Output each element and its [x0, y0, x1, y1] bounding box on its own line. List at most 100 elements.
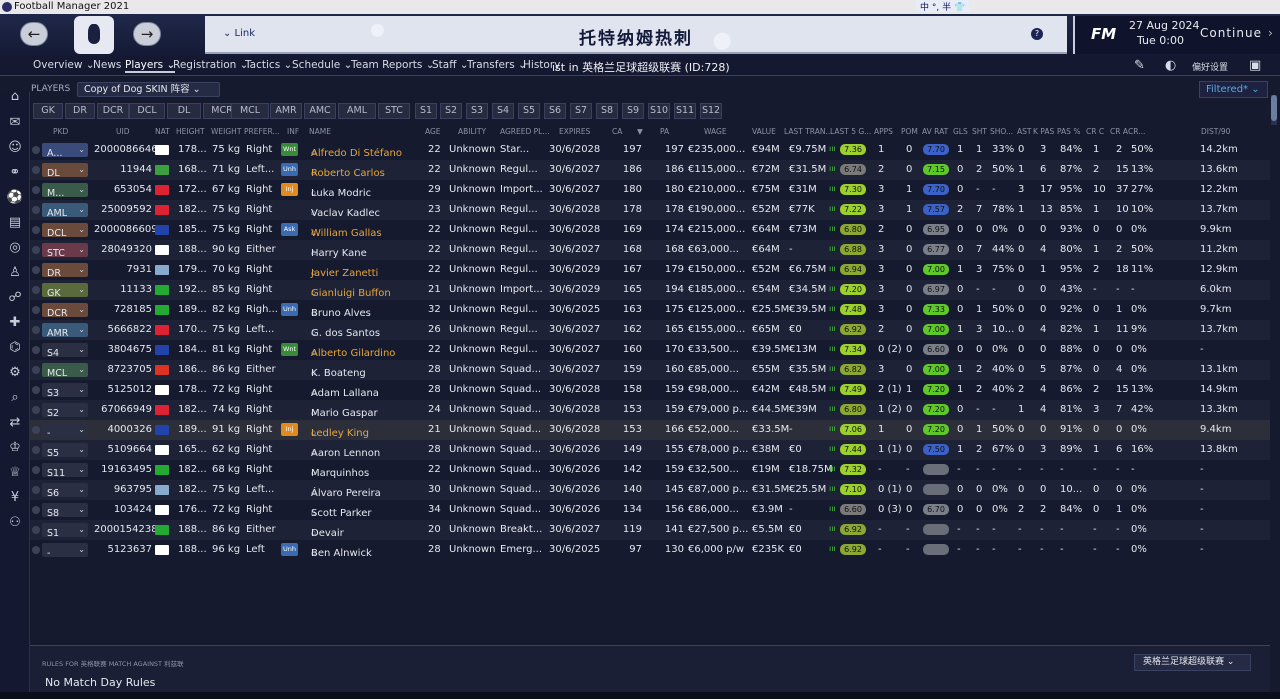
nationality-flag-icon[interactable]: [155, 445, 169, 455]
fm-logo[interactable]: FM: [1091, 25, 1116, 43]
sidebar-search-icon[interactable]: ⌕: [6, 389, 24, 407]
sidebar-inbox-icon[interactable]: ✉: [6, 114, 24, 132]
col-header[interactable]: LAST 5 G...: [830, 127, 871, 136]
col-header[interactable]: AST: [1017, 127, 1031, 136]
col-header[interactable]: PA: [660, 127, 669, 136]
nationality-flag-icon[interactable]: [155, 265, 169, 275]
col-header[interactable]: GLS: [953, 127, 968, 136]
table-row[interactable]: S11 ⌄ 19163495 182... 68 kg Right 22 Unknown Squ…: [30, 460, 1270, 480]
table-row[interactable]: MCL ⌄ 8723705 186... 86 kg Either 28 Unknown Squ…: [30, 360, 1270, 380]
sidebar-data-hub-icon[interactable]: ▤: [6, 214, 24, 232]
col-header[interactable]: PAS %: [1057, 127, 1080, 136]
sidebar-finances-icon[interactable]: ¥: [6, 489, 24, 507]
col-header[interactable]: K PAS: [1033, 127, 1054, 136]
table-row[interactable]: S2 ⌄ 67066949 182... 74 kg Right 24 Unknown Squa…: [30, 400, 1270, 420]
position-filter-dcl[interactable]: DCL: [129, 103, 165, 119]
col-header[interactable]: SHO...: [990, 127, 1013, 136]
help-icon[interactable]: ?: [1031, 28, 1043, 40]
col-header[interactable]: DIST/90: [1201, 127, 1230, 136]
table-row[interactable]: DR ⌄ 7931 179... 70 kg Right 22 Unknown Regul...…: [30, 260, 1270, 280]
status-badge[interactable]: Unh: [281, 543, 298, 556]
back-button[interactable]: ←: [20, 22, 48, 46]
table-row[interactable]: S4 ⌄ 3804675 184... 81 kg Right 22 Unknown Regul…: [30, 340, 1270, 360]
picked-position-dropdown[interactable]: S4 ⌄: [42, 343, 88, 359]
row-select-dot[interactable]: [32, 466, 40, 474]
menu-tactics[interactable]: Tactics ⌄: [245, 59, 292, 71]
row-select-dot[interactable]: [32, 306, 40, 314]
sidebar-staff-icon[interactable]: ♙: [6, 264, 24, 282]
status-badge[interactable]: Unh: [281, 163, 298, 176]
view-dropdown[interactable]: Copy of Dog SKIN 阵容 ⌄: [77, 82, 220, 97]
picked-position-dropdown[interactable]: S11 ⌄: [42, 463, 88, 479]
edit-icon[interactable]: ✎: [1134, 58, 1145, 73]
position-filter-s8[interactable]: S8: [596, 103, 618, 119]
nationality-flag-icon[interactable]: [155, 285, 169, 295]
picked-position-dropdown[interactable]: MCL ⌄: [42, 363, 88, 379]
menu-staff[interactable]: Staff ⌄: [432, 59, 469, 71]
picked-position-dropdown[interactable]: M... ⌄: [42, 183, 88, 199]
table-row[interactable]: S5 ⌄ 5109664 165... 62 kg Right 28 Unknown Squad…: [30, 440, 1270, 460]
col-header[interactable]: UID: [116, 127, 129, 136]
row-select-dot[interactable]: [32, 386, 40, 394]
nationality-flag-icon[interactable]: [155, 485, 169, 495]
position-filter-dl[interactable]: DL: [167, 103, 201, 119]
picked-position-dropdown[interactable]: S3 ⌄: [42, 383, 88, 399]
competition-dropdown[interactable]: 英格兰足球超级联赛 ⌄: [1134, 654, 1251, 671]
position-filter-s1[interactable]: S1: [415, 103, 437, 119]
position-filter-amr[interactable]: AMR: [270, 103, 302, 119]
col-header[interactable]: POM: [901, 127, 918, 136]
position-filter-s6[interactable]: S6: [544, 103, 566, 119]
table-row[interactable]: AML ⌄ 25009592 182... 75 kg Right 23 Unknown Reg…: [30, 200, 1270, 220]
row-select-dot[interactable]: [32, 146, 40, 154]
col-header[interactable]: WAGE: [704, 127, 727, 136]
table-row[interactable]: S6 ⌄ 963795 182... 75 kg Left... 30 Unknown Squa…: [30, 480, 1270, 500]
col-header[interactable]: AV RAT: [922, 127, 948, 136]
menu-players[interactable]: Players ⌄: [125, 59, 176, 73]
table-row[interactable]: AMR ⌄ 5666822 170... 75 kg Left... 26 Unknown Re…: [30, 320, 1270, 340]
col-header[interactable]: PREFER...: [244, 127, 280, 136]
col-header[interactable]: VALUE: [752, 127, 776, 136]
position-filter-s5[interactable]: S5: [518, 103, 540, 119]
picked-position-dropdown[interactable]: DL ⌄: [42, 163, 88, 179]
status-badge[interactable]: Inj: [281, 423, 298, 436]
col-header[interactable]: AGE: [425, 127, 441, 136]
picked-position-dropdown[interactable]: DR ⌄: [42, 263, 88, 279]
col-header[interactable]: CA: [612, 127, 622, 136]
picked-position-dropdown[interactable]: S1 ⌄: [42, 523, 88, 539]
table-row[interactable]: STC ⌄ 28049320 188... 90 kg Either 22 Unknown Re…: [30, 240, 1270, 260]
nationality-flag-icon[interactable]: [155, 165, 169, 175]
position-filter-s11[interactable]: S11: [674, 103, 696, 119]
row-select-dot[interactable]: [32, 346, 40, 354]
table-row[interactable]: S8 ⌄ 103424 176... 72 kg Right 34 Unknown Squad.…: [30, 500, 1270, 520]
position-filter-s2[interactable]: S2: [440, 103, 462, 119]
row-select-dot[interactable]: [32, 246, 40, 254]
nationality-flag-icon[interactable]: [155, 325, 169, 335]
nationality-flag-icon[interactable]: [155, 545, 169, 555]
position-filter-stc[interactable]: STC: [378, 103, 410, 119]
col-header[interactable]: ▼: [637, 127, 643, 136]
col-header[interactable]: NAT: [155, 127, 170, 136]
picked-position-dropdown[interactable]: - ⌄: [42, 423, 88, 439]
nationality-flag-icon[interactable]: [155, 305, 169, 315]
menu-team-reports[interactable]: Team Reports ⌄: [351, 59, 435, 71]
nationality-flag-icon[interactable]: [155, 225, 169, 235]
col-header[interactable]: LAST TRAN...: [784, 127, 833, 136]
col-header[interactable]: HEIGHT: [176, 127, 205, 136]
picked-position-dropdown[interactable]: DCL ⌄: [42, 223, 88, 239]
sidebar-trophy-icon[interactable]: ♕: [6, 464, 24, 482]
col-header[interactable]: CR A: [1110, 127, 1128, 136]
col-header[interactable]: CR C: [1086, 127, 1104, 136]
col-header[interactable]: ABILITY: [458, 127, 486, 136]
nationality-flag-icon[interactable]: [155, 405, 169, 415]
menu-schedule[interactable]: Schedule ⌄: [292, 59, 352, 71]
picked-position-dropdown[interactable]: S2 ⌄: [42, 403, 88, 419]
table-row[interactable]: - ⌄ 5123637 188... 96 kg Left 28 Unknown Emerg..…: [30, 540, 1270, 560]
nationality-flag-icon[interactable]: [155, 385, 169, 395]
row-select-dot[interactable]: [32, 286, 40, 294]
row-select-dot[interactable]: [32, 206, 40, 214]
menu-overview[interactable]: Overview ⌄: [33, 59, 95, 71]
sidebar-competitions-icon[interactable]: ♔: [6, 439, 24, 457]
table-row[interactable]: S3 ⌄ 5125012 178... 72 kg Right 28 Unknown Squad…: [30, 380, 1270, 400]
col-header[interactable]: WEIGHT: [211, 127, 241, 136]
sidebar-settings-icon[interactable]: ⚙: [6, 364, 24, 382]
